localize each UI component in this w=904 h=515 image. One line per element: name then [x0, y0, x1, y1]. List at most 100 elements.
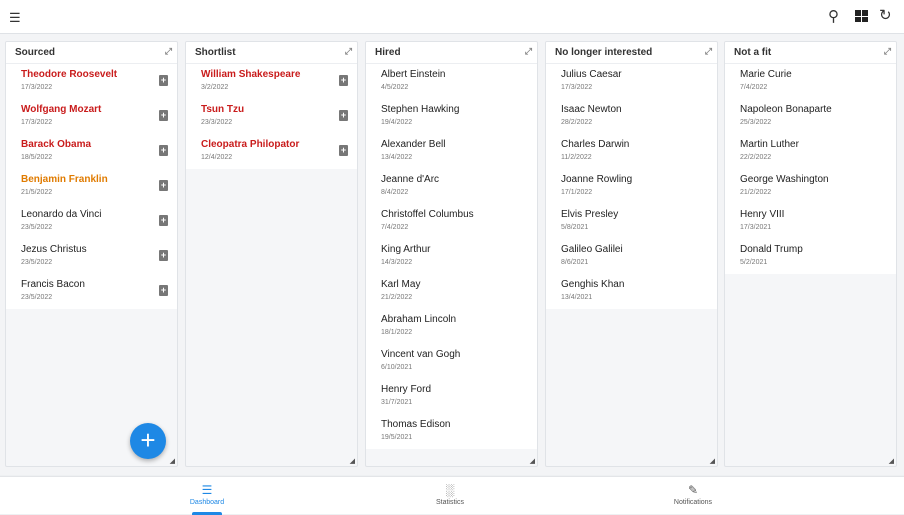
candidate-card[interactable]: Albert Einstein 4/5/2022	[366, 64, 537, 99]
candidate-card[interactable]: William Shakespeare 3/2/2022 +	[186, 64, 357, 99]
candidate-card[interactable]: Henry Ford 31/7/2021	[366, 379, 537, 414]
expand-icon[interactable]: ⤢	[705, 46, 712, 57]
candidate-name: Leonardo da Vinci	[21, 209, 102, 220]
add-candidate-button[interactable]: +	[130, 423, 166, 459]
expand-icon[interactable]: ⤢	[165, 46, 172, 57]
sort-lines-icon[interactable]: ☰	[9, 10, 21, 25]
tab-statistics[interactable]: ░ Statistics	[400, 477, 500, 515]
candidate-card[interactable]: Donald Trump 5/2/2021	[725, 239, 896, 274]
candidate-name: Donald Trump	[740, 244, 803, 255]
candidate-card[interactable]: Galileo Galilei 8/6/2021	[546, 239, 717, 274]
resize-handle-icon[interactable]: ◢	[889, 457, 894, 465]
candidate-card[interactable]: George Washington 21/2/2022	[725, 169, 896, 204]
candidate-card[interactable]: Tsun Tzu 23/3/2022 +	[186, 99, 357, 134]
candidate-card[interactable]: Thomas Edison 19/5/2021	[366, 414, 537, 449]
candidate-card[interactable]: Stephen Hawking 19/4/2022	[366, 99, 537, 134]
column-shortlist: Shortlist ⤢ William Shakespeare 3/2/2022 + Ts…	[185, 41, 358, 467]
candidate-card[interactable]: Christoffel Columbus 7/4/2022	[366, 204, 537, 239]
candidate-card[interactable]: Elvis Presley 5/8/2021	[546, 204, 717, 239]
candidate-date: 31/7/2021	[381, 399, 413, 406]
candidate-name: William Shakespeare	[201, 69, 301, 80]
candidate-name: Martin Luther	[740, 139, 799, 150]
candidate-name: Henry Ford	[381, 384, 432, 395]
candidate-name: Vincent van Gogh	[381, 349, 461, 360]
search-icon[interactable]: ⚲	[828, 9, 839, 24]
candidate-card[interactable]: Vincent van Gogh 6/10/2021	[366, 344, 537, 379]
expand-icon[interactable]: ⤢	[525, 46, 532, 57]
column-title: Sourced	[15, 47, 56, 58]
add-document-icon[interactable]: +	[339, 145, 348, 156]
edit-note-icon: ✎	[687, 483, 699, 497]
refresh-icon[interactable]: ↻	[879, 8, 892, 23]
tab-notifications[interactable]: ✎ Notifications	[643, 477, 743, 515]
candidate-date: 28/2/2022	[561, 119, 593, 126]
add-document-icon[interactable]: +	[159, 180, 168, 191]
add-document-icon[interactable]: +	[339, 110, 348, 121]
candidate-card[interactable]: Napoleon Bonaparte 25/3/2022	[725, 99, 896, 134]
add-document-icon[interactable]: +	[339, 75, 348, 86]
candidate-date: 21/5/2022	[21, 189, 53, 196]
candidate-date: 11/2/2022	[561, 154, 592, 161]
add-document-icon[interactable]: +	[159, 110, 168, 121]
card-list: Theodore Roosevelt 17/3/2022 + Wolfgang Moz…	[6, 64, 177, 309]
candidate-name: Jezus Christus	[21, 244, 87, 255]
candidate-date: 19/4/2022	[381, 119, 413, 126]
resize-handle-icon[interactable]: ◢	[710, 457, 715, 465]
resize-handle-icon[interactable]: ◢	[530, 457, 535, 465]
candidate-card[interactable]: Genghis Khan 13/4/2021	[546, 274, 717, 309]
candidate-card[interactable]: Wolfgang Mozart 17/3/2022 +	[6, 99, 177, 134]
column-title: Hired	[375, 47, 401, 58]
candidate-card[interactable]: Francis Bacon 23/5/2022 +	[6, 274, 177, 309]
candidate-name: Barack Obama	[21, 139, 92, 150]
candidate-card[interactable]: Cleopatra Philopator 12/4/2022 +	[186, 134, 357, 169]
candidate-date: 17/3/2022	[561, 84, 593, 91]
expand-icon[interactable]: ⤢	[345, 46, 352, 57]
candidate-name: Christoffel Columbus	[381, 209, 474, 220]
column-title: Shortlist	[195, 47, 236, 58]
candidate-card[interactable]: Theodore Roosevelt 17/3/2022 +	[6, 64, 177, 99]
candidate-date: 23/3/2022	[201, 119, 233, 126]
candidate-date: 23/5/2022	[21, 294, 53, 301]
bottom-navigation: ☰ Dashboard ░ Statistics ✎ Notifications	[0, 476, 904, 515]
candidate-card[interactable]: Martin Luther 22/2/2022	[725, 134, 896, 169]
candidate-card[interactable]: Joanne Rowling 17/1/2022	[546, 169, 717, 204]
grid-icon[interactable]	[855, 10, 868, 22]
add-document-icon[interactable]: +	[159, 75, 168, 86]
add-document-icon[interactable]: +	[159, 215, 168, 226]
candidate-card[interactable]: Henry VIII 17/3/2021	[725, 204, 896, 239]
candidate-card[interactable]: Jeanne d'Arc 8/4/2022	[366, 169, 537, 204]
candidate-name: Jeanne d'Arc	[381, 174, 440, 185]
candidate-name: Henry VIII	[740, 209, 785, 220]
candidate-date: 23/5/2022	[21, 224, 53, 231]
candidate-card[interactable]: Julius Caesar 17/3/2022	[546, 64, 717, 99]
candidate-card[interactable]: Alexander Bell 13/4/2022	[366, 134, 537, 169]
card-list: William Shakespeare 3/2/2022 + Tsun Tzu 23/3…	[186, 64, 357, 169]
candidate-name: Isaac Newton	[561, 104, 622, 115]
expand-icon[interactable]: ⤢	[884, 46, 891, 57]
candidate-card[interactable]: Marie Curie 7/4/2022	[725, 64, 896, 99]
candidate-card[interactable]: King Arthur 14/3/2022	[366, 239, 537, 274]
candidate-card[interactable]: Jezus Christus 23/5/2022 +	[6, 239, 177, 274]
candidate-date: 7/4/2022	[381, 224, 409, 231]
candidate-card[interactable]: Charles Darwin 11/2/2022	[546, 134, 717, 169]
candidate-date: 22/2/2022	[740, 154, 772, 161]
candidate-date: 21/2/2022	[740, 189, 772, 196]
add-document-icon[interactable]: +	[159, 250, 168, 261]
candidate-card[interactable]: Isaac Newton 28/2/2022	[546, 99, 717, 134]
resize-handle-icon[interactable]: ◢	[170, 457, 175, 465]
candidate-card[interactable]: Barack Obama 18/5/2022 +	[6, 134, 177, 169]
candidate-card[interactable]: Karl May 21/2/2022	[366, 274, 537, 309]
candidate-date: 8/6/2021	[561, 259, 589, 266]
add-document-icon[interactable]: +	[159, 145, 168, 156]
add-document-icon[interactable]: +	[159, 285, 168, 296]
kanban-board: Sourced ⤢ Theodore Roosevelt 17/3/2022 + Wolf…	[0, 34, 904, 475]
candidate-card[interactable]: Abraham Lincoln 18/1/2022	[366, 309, 537, 344]
candidate-date: 17/3/2022	[21, 84, 53, 91]
candidate-name: Genghis Khan	[561, 279, 625, 290]
tab-dashboard[interactable]: ☰ Dashboard	[157, 477, 257, 515]
candidate-card[interactable]: Benjamin Franklin 21/5/2022 +	[6, 169, 177, 204]
candidate-card[interactable]: Leonardo da Vinci 23/5/2022 +	[6, 204, 177, 239]
resize-handle-icon[interactable]: ◢	[350, 457, 355, 465]
candidate-date: 18/5/2022	[21, 154, 53, 161]
column-title: No longer interested	[555, 47, 653, 58]
